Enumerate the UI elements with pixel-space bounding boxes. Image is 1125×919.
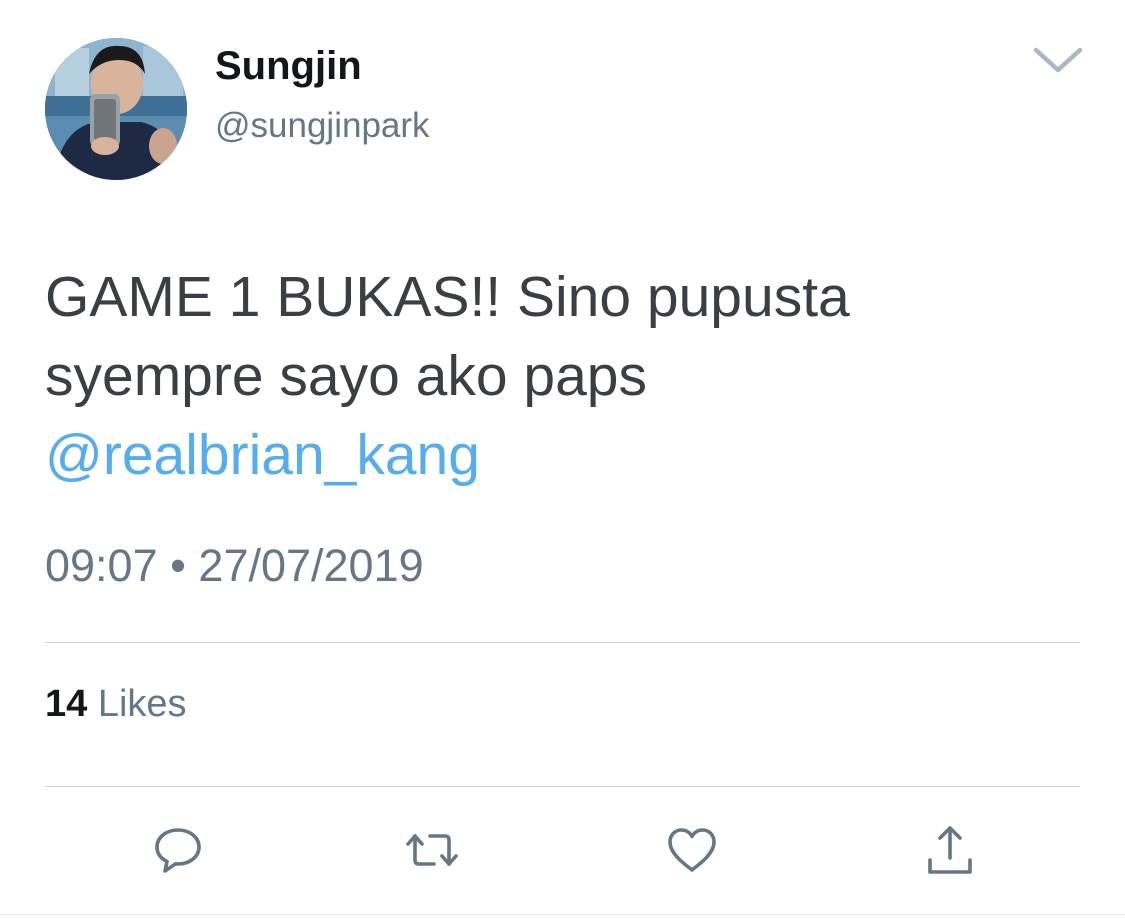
tweet-text-line: GAME 1 BUKAS!! Sino pupusta: [45, 265, 850, 329]
divider: [45, 642, 1080, 643]
profile-photo: [45, 38, 187, 180]
share-button[interactable]: [922, 822, 978, 878]
mention-link[interactable]: @realbrian_kang: [45, 416, 1085, 495]
like-button[interactable]: [664, 822, 720, 878]
author-display-name[interactable]: Sungjin: [215, 44, 362, 89]
bottom-border: [0, 914, 1125, 915]
tweet-date: 27/07/2019: [198, 540, 424, 591]
retweet-button[interactable]: [404, 822, 460, 878]
likes-summary[interactable]: 14 Likes: [45, 683, 187, 726]
avatar[interactable]: [45, 38, 187, 180]
reply-button[interactable]: [150, 822, 206, 878]
chevron-down-icon[interactable]: [1032, 42, 1084, 76]
likes-count: 14: [45, 683, 88, 725]
tweet-text-line: syempre sayo ako paps: [45, 344, 647, 408]
speech-bubble-icon: [155, 828, 201, 873]
author-handle[interactable]: @sungjinpark: [215, 106, 430, 146]
heart-icon: [668, 828, 716, 872]
likes-label: Likes: [97, 683, 187, 725]
tweet-text: GAME 1 BUKAS!! Sino pupusta syempre sayo…: [45, 258, 1085, 495]
tweet-timestamp[interactable]: 09:07 • 27/07/2019: [45, 540, 424, 592]
tweet-time: 09:07: [45, 540, 158, 591]
retweet-arrows-icon: [406, 834, 458, 866]
share-arrow-icon: [928, 826, 972, 874]
timestamp-separator: •: [170, 540, 186, 591]
divider: [45, 786, 1080, 787]
